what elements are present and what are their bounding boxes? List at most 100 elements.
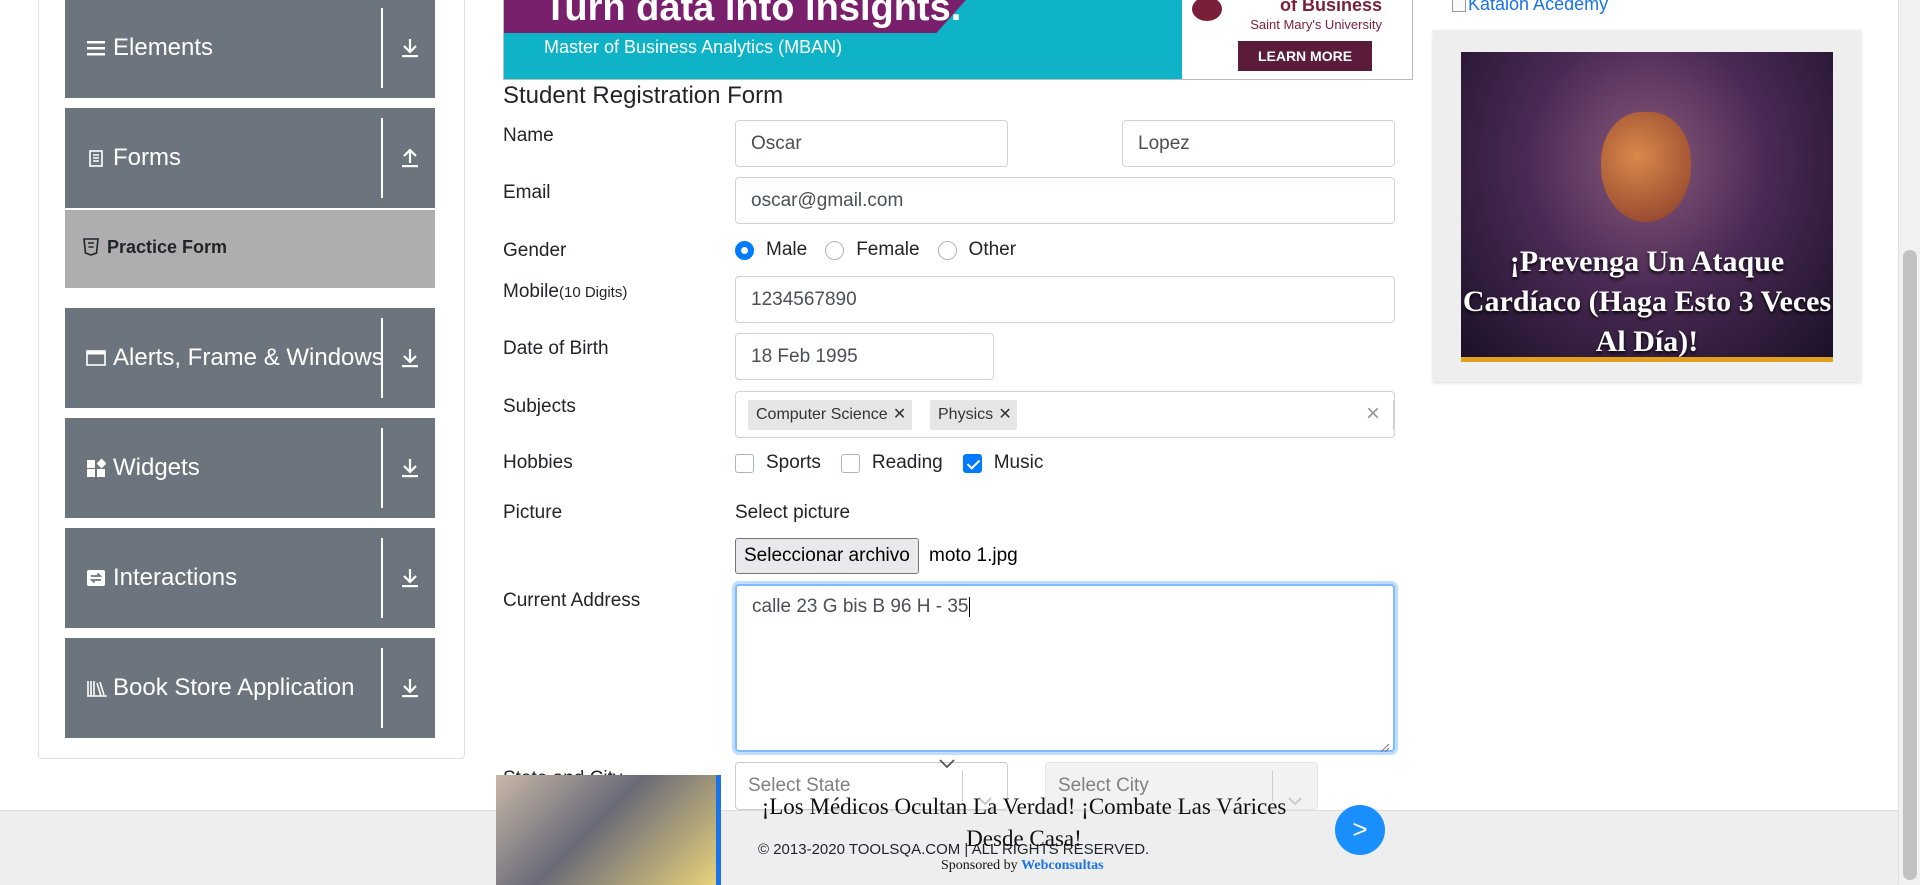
email-input[interactable]: oscar@gmail.com <box>735 177 1395 224</box>
resize-grip-icon[interactable] <box>1380 737 1390 753</box>
sponsored-by: Sponsored by Webconsultas <box>941 858 1104 874</box>
checkbox-label[interactable]: Music <box>994 452 1044 474</box>
download-arrow-icon[interactable] <box>399 456 421 480</box>
bottom-ad-image[interactable] <box>496 775 716 885</box>
radio-label[interactable]: Female <box>856 239 919 261</box>
interactions-icon <box>86 568 106 588</box>
sidebar-group-forms[interactable]: Forms <box>65 108 435 208</box>
gender-radio-other[interactable]: Other <box>937 239 1017 261</box>
heart-illustration <box>1601 112 1691 222</box>
sidebar-group-book-store[interactable]: Book Store Application <box>65 638 435 738</box>
gender-radio-female[interactable]: Female <box>825 239 920 261</box>
learn-more-button[interactable]: LEARN MORE <box>1238 41 1372 71</box>
mobile-label-text: Mobile <box>503 281 559 302</box>
name-label: Name <box>503 125 554 146</box>
file-name: moto 1.jpg <box>929 545 1018 566</box>
checkbox-label[interactable]: Sports <box>766 452 821 474</box>
checkbox-icon[interactable] <box>840 453 860 473</box>
radio-icon[interactable] <box>937 240 957 260</box>
hobby-checkbox-reading[interactable]: Reading <box>840 452 943 474</box>
list-icon <box>86 38 106 58</box>
broken-image-icon <box>1452 0 1466 13</box>
upload-arrow-icon[interactable] <box>399 146 421 170</box>
current-address-textarea[interactable]: calle 23 G bis B 96 H - 35 <box>735 584 1395 753</box>
side-ad-headline: ¡Prevenga Un Ataque Cardíaco (Haga Esto … <box>1462 245 1832 358</box>
download-arrow-icon[interactable] <box>399 566 421 590</box>
hobby-checkbox-sports[interactable]: Sports <box>735 452 821 474</box>
select-picture-label: Select picture <box>735 502 851 523</box>
separator <box>381 538 383 618</box>
widgets-icon <box>86 458 107 478</box>
radio-label[interactable]: Male <box>766 239 807 261</box>
checkbox-icon[interactable] <box>735 453 754 473</box>
radio-icon[interactable] <box>825 240 845 260</box>
document-icon <box>86 148 106 168</box>
sidebar-group-alerts[interactable]: Alerts, Frame & Windows <box>65 308 435 408</box>
dob-label: Date of Birth <box>503 338 609 359</box>
checkbox-label[interactable]: Reading <box>872 452 943 474</box>
katalon-link-text[interactable]: Katalon Acedemy <box>1468 0 1608 14</box>
last-name-input[interactable]: Lopez <box>1122 120 1395 167</box>
sidebar-item-practice-form[interactable]: Practice Form <box>65 210 435 288</box>
checkbox-checked-icon[interactable] <box>962 453 982 473</box>
banner-subline: Master of Business Analytics (MBAN) <box>544 37 843 57</box>
separator <box>381 318 383 398</box>
sidebar-item-label: Practice Form <box>107 237 228 257</box>
sidebar-group-label: Widgets <box>113 454 200 481</box>
separator <box>1393 400 1394 430</box>
gender-radio-male[interactable]: Male <box>735 239 807 261</box>
choose-file-button[interactable]: Seleccionar archivo <box>735 538 919 574</box>
ad-accent-stripe <box>716 775 721 885</box>
ad-underline <box>1461 357 1833 362</box>
subject-chip-label: Physics <box>938 406 994 423</box>
banner-ad[interactable]: Turn data into insights. Master of Busin… <box>503 0 1413 80</box>
banner-school: of Business <box>1279 0 1382 15</box>
ad-collapse-icon[interactable] <box>937 757 957 771</box>
books-icon <box>86 678 107 698</box>
subjects-input[interactable]: Computer Science ✕ Physics ✕ × <box>735 391 1395 438</box>
sidebar-group-elements[interactable]: Elements <box>65 0 435 98</box>
hobby-checkbox-music[interactable]: Music <box>962 452 1044 474</box>
sidebar-group-label: Elements <box>113 34 214 61</box>
bottom-ad[interactable]: ¡Los Médicos Ocultan La Verdad! ¡Combate… <box>496 775 1385 885</box>
download-arrow-icon[interactable] <box>399 36 421 60</box>
subjects-label: Subjects <box>503 396 576 417</box>
mobile-input[interactable]: 1234567890 <box>735 276 1395 323</box>
sidebar-group-label: Book Store Application <box>113 674 355 701</box>
first-name-input[interactable]: Oscar <box>735 120 1008 167</box>
sidebar-group-label: Forms <box>113 144 181 171</box>
subject-chip: Physics ✕ <box>930 400 1018 430</box>
hobbies-label: Hobbies <box>503 452 573 473</box>
gender-radio-group: Male Female Other <box>735 238 1034 262</box>
bottom-ad-headline[interactable]: ¡Los Médicos Ocultan La Verdad! ¡Combate… <box>734 791 1314 855</box>
form-title: Student Registration Form <box>503 82 784 109</box>
katalon-academy-link[interactable]: Katalon Acedemy <box>1452 0 1608 15</box>
separator <box>381 648 383 728</box>
html-badge-icon <box>83 238 99 256</box>
hobbies-group: Sports Reading Music <box>735 451 1063 475</box>
radio-selected-icon[interactable] <box>735 240 754 260</box>
download-arrow-icon[interactable] <box>399 676 421 700</box>
clear-icon[interactable]: × <box>1366 401 1380 427</box>
sidebar-group-interactions[interactable]: Interactions <box>65 528 435 628</box>
date-of-birth-input[interactable]: 18 Feb 1995 <box>735 333 994 380</box>
remove-chip-icon[interactable]: ✕ <box>888 400 912 430</box>
side-ad-image[interactable]: ¡Prevenga Un Ataque Cardíaco (Haga Esto … <box>1461 52 1833 362</box>
sidebar-group-label: Alerts, Frame & Windows <box>113 344 384 371</box>
email-label: Email <box>503 182 551 203</box>
sidebar-group-widgets[interactable]: Widgets <box>65 418 435 518</box>
side-ad[interactable]: ¡Prevenga Un Ataque Cardíaco (Haga Esto … <box>1433 30 1861 382</box>
mobile-hint: (10 Digits) <box>558 284 628 301</box>
subject-chip: Computer Science ✕ <box>748 400 912 430</box>
vertical-scrollbar[interactable] <box>1898 0 1920 885</box>
sponsor-name[interactable]: Webconsultas <box>1021 858 1103 873</box>
separator <box>381 428 383 508</box>
download-arrow-icon[interactable] <box>399 346 421 370</box>
remove-chip-icon[interactable]: ✕ <box>993 400 1017 430</box>
bottom-ad-next-button[interactable]: > <box>1335 805 1385 855</box>
mobile-label: Mobile(10 Digits) <box>503 281 627 303</box>
banner-headline: Turn data into insights. <box>544 0 962 29</box>
current-address-label: Current Address <box>503 590 641 611</box>
radio-label[interactable]: Other <box>969 239 1017 261</box>
scrollbar-thumb[interactable] <box>1903 250 1917 880</box>
